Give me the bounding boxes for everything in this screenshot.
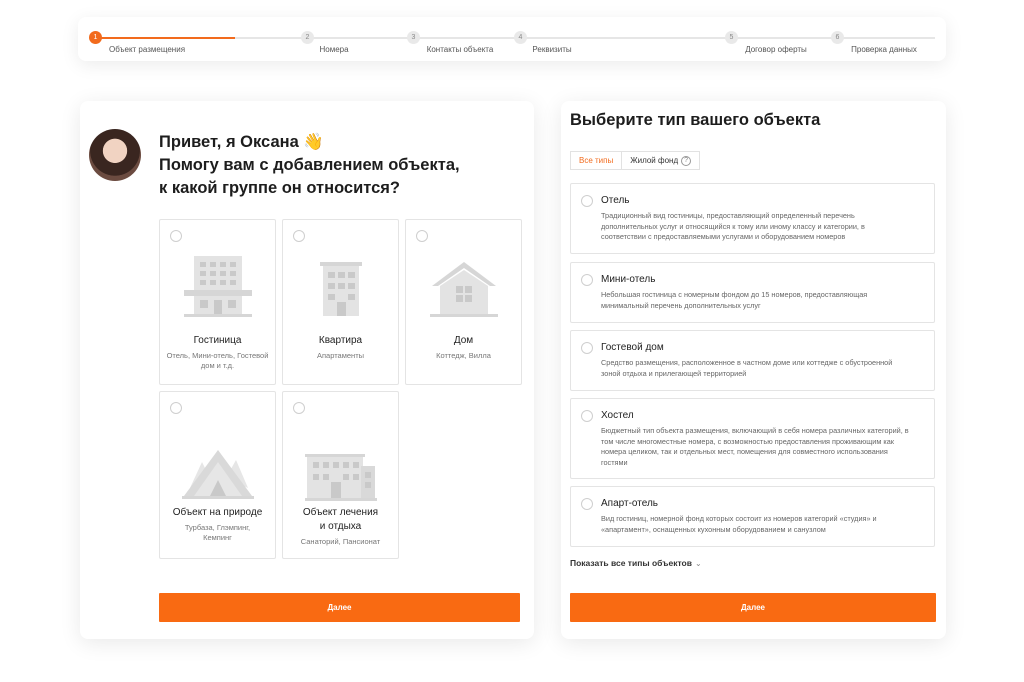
step-1-label[interactable]: Объект размещения [109,45,185,54]
tab-residential-label: Жилой фонд [630,156,679,165]
apartment-building-icon [320,262,362,316]
group-sub-nature: Турбаза, Глэмпинг, Кемпинг [184,523,251,542]
waving-hand-icon: 👋 [303,133,324,151]
group-radio-apartment[interactable] [293,230,305,242]
option-guest-house[interactable]: Гостевой дом Средство размещения, распол… [570,330,935,391]
show-all-types-label: Показать все типы объектов [570,558,692,568]
type-filter-tabs: Все типы Жилой фонд? [570,151,701,170]
step-4-label[interactable]: Реквизиты [532,45,571,54]
greeting-line-3: к какой группе он относится? [159,179,400,197]
group-card-apartment[interactable]: Квартира Апартаменты [282,219,399,385]
option-desc-hotel: Традиционный вид гостиницы, предоставляю… [601,211,865,242]
show-all-types-link[interactable]: Показать все типы объектов ⌄ [570,558,702,568]
option-radio-guest-house[interactable] [581,342,593,354]
step-2-dot[interactable]: 2 [301,31,314,44]
group-title-apartment: Квартира [318,335,363,346]
group-selection-card: Привет, я Оксана 👋 Помогу вам с добавлен… [80,101,534,639]
group-card-hotel[interactable]: Гостиница Отель, Мини-отель, Гостевой до… [159,219,276,385]
group-title-hotel: Гостиница [193,335,242,346]
greeting-line-1: Привет, я Оксана [159,133,299,151]
group-sub-sanatorium: Санаторий, Пансионат [300,537,381,546]
tab-residential[interactable]: Жилой фонд? [622,151,701,170]
object-type-title: Выберите тип вашего объекта [570,111,821,129]
next-button-right[interactable]: Далее [570,593,936,622]
option-title-hostel: Хостел [601,410,634,421]
hotel-building-icon [184,256,252,317]
option-mini-hotel[interactable]: Мини-отель Небольшая гостиница с номерны… [570,262,935,323]
group-title-house: Дом [453,335,474,346]
option-radio-mini-hotel[interactable] [581,274,593,286]
group-sub-house: Коттедж, Вилла [436,351,491,360]
group-title-nature: Объект на природе [172,507,263,518]
option-desc-hostel: Бюджетный тип объекта размещения, включа… [601,426,909,468]
group-card-nature[interactable]: Объект на природе Турбаза, Глэмпинг, Кем… [159,391,276,559]
step-4-dot[interactable]: 4 [514,31,527,44]
help-icon[interactable]: ? [681,155,692,166]
group-card-house[interactable]: Дом Коттедж, Вилла [405,219,522,385]
option-radio-hotel[interactable] [581,195,593,207]
step-3-dot[interactable]: 3 [407,31,420,44]
group-sub-hotel: Отель, Мини-отель, Гостевой дом и т.д. [166,351,269,370]
option-hostel[interactable]: Хостел Бюджетный тип объекта размещения,… [570,398,935,479]
option-radio-apart-hotel[interactable] [581,498,593,510]
step-1-dot[interactable]: 1 [89,31,102,44]
object-type-card: Выберите тип вашего объекта Все типы Жил… [561,101,946,639]
step-5-label[interactable]: Договор оферты [745,45,807,54]
step-5-dot[interactable]: 5 [725,31,738,44]
option-desc-guest-house: Средство размещения, расположенное в час… [601,358,893,378]
chevron-down-icon: ⌄ [694,559,702,568]
option-hotel[interactable]: Отель Традиционный вид гостиницы, предос… [570,183,935,254]
house-icon [430,262,498,317]
assistant-avatar [89,129,141,181]
group-card-sanatorium[interactable]: Объект лечения и отдыха Санаторий, Панси… [282,391,399,559]
option-title-apart-hotel: Апарт-отель [601,498,658,509]
option-radio-hostel[interactable] [581,410,593,422]
group-title-sanatorium: Объект лечения и отдыха [283,506,398,534]
group-title-sanatorium-line-2: и отдыха [319,521,362,532]
sanatorium-building-icon [305,454,377,501]
assistant-greeting: Привет, я Оксана 👋 Помогу вам с добавлен… [159,131,489,200]
option-title-hotel: Отель [601,195,630,206]
group-title-sanatorium-line-1: Объект лечения [302,507,379,518]
option-desc-apart-hotel: Вид гостиниц, номерной фонд которых сост… [601,514,877,534]
step-6-label[interactable]: Проверка данных [851,45,917,54]
option-apart-hotel[interactable]: Апарт-отель Вид гостиниц, номерной фонд … [570,486,935,547]
option-title-guest-house: Гостевой дом [601,342,664,353]
tab-all-types[interactable]: Все типы [570,151,623,170]
group-radio-house[interactable] [416,230,428,242]
group-radio-hotel[interactable] [170,230,182,242]
group-sub-apartment: Апартаменты [316,351,365,360]
option-title-mini-hotel: Мини-отель [601,274,656,285]
step-2-label[interactable]: Номера [319,45,348,54]
step-3-label[interactable]: Контакты объекта [427,45,494,54]
option-desc-mini-hotel: Небольшая гостиница с номерным фондом до… [601,290,868,310]
tent-nature-icon [182,450,254,499]
group-radio-nature[interactable] [170,402,182,414]
greeting-line-2: Помогу вам с добавлением объекта, [159,156,460,174]
progress-stepper: 1 Объект размещения 2 Номера 3 Контакты … [78,17,946,61]
next-button-left[interactable]: Далее [159,593,520,622]
group-radio-sanatorium[interactable] [293,402,305,414]
step-6-dot[interactable]: 6 [831,31,844,44]
